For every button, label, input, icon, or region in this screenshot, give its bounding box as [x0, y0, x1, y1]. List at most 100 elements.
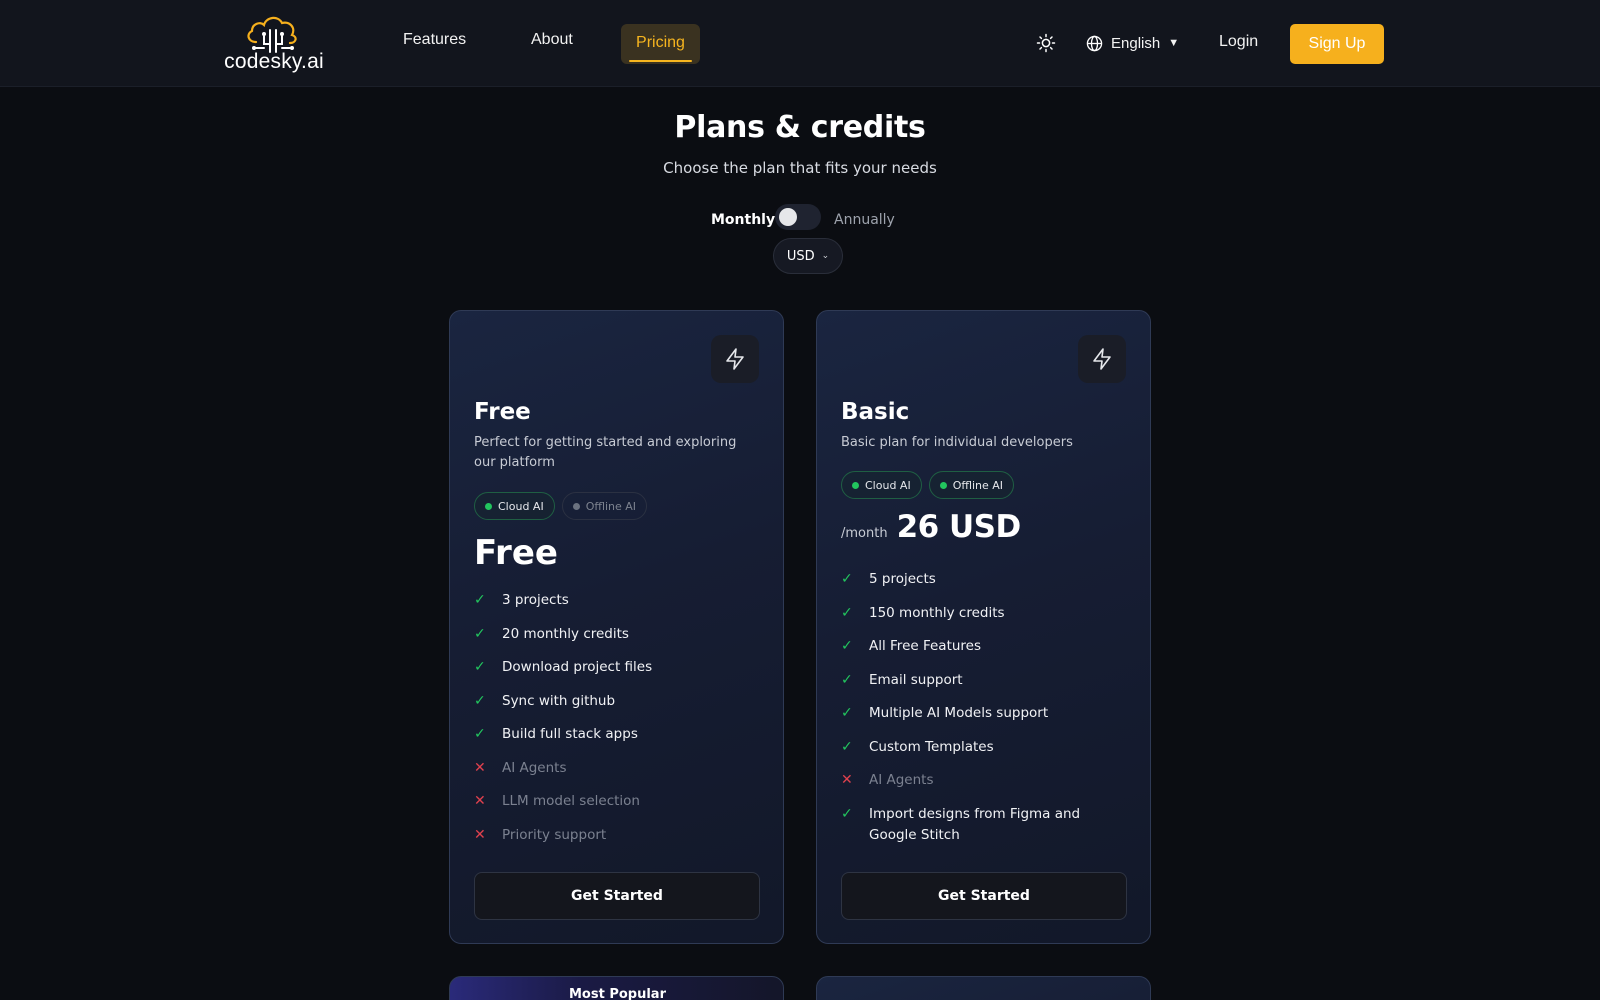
check-icon: ✓	[841, 638, 853, 654]
ai-badges: Cloud AI Offline AI	[474, 492, 648, 520]
feature-text: LLM model selection	[502, 793, 640, 809]
plan-name: Free	[474, 399, 531, 425]
feature-item: ✓ Email support	[841, 670, 1131, 691]
badge-offline-ai: Offline AI	[561, 492, 648, 520]
plan-price: 26 USD	[896, 509, 1022, 545]
status-dot	[939, 481, 947, 489]
feature-text: Multiple AI Models support	[869, 705, 1049, 721]
feature-item: ✓ All Free Features	[841, 636, 1131, 657]
check-icon: ✓	[474, 692, 486, 709]
feature-text: Build full stack apps	[502, 726, 638, 742]
feature-text: 20 monthly credits	[502, 625, 629, 642]
caret-down-icon: ▼	[1168, 37, 1180, 49]
currency-selector[interactable]: USD ⌄	[773, 238, 843, 274]
login-link[interactable]: Login	[1219, 33, 1258, 51]
toggle-knob	[779, 208, 797, 226]
plan-description: Basic plan for individual developers	[841, 435, 1073, 450]
price-period: /month	[841, 526, 888, 541]
billing-toggle[interactable]	[775, 204, 821, 230]
feature-item: ✓ Sync with github	[474, 691, 764, 712]
logo[interactable]: codesky.ai	[224, 12, 324, 76]
feature-item: ✓ Multiple AI Models support	[841, 703, 1131, 724]
globe-icon	[1086, 35, 1103, 51]
nav-features[interactable]: Features	[403, 31, 466, 49]
language-label: English	[1111, 34, 1161, 52]
check-icon: ✓	[841, 571, 853, 587]
sun-icon[interactable]	[1036, 33, 1056, 53]
feature-text: Import designs from Figma and Google Sti…	[869, 805, 1081, 843]
feature-item: ✓ 5 projects	[841, 569, 1131, 590]
top-navigation-bar: codesky.ai Features About Pricing Englis…	[0, 0, 1600, 87]
plan-card-basic: Basic Basic plan for individual develope…	[816, 310, 1151, 944]
language-selector[interactable]: English ▼	[1086, 33, 1179, 53]
get-started-button[interactable]: Get Started	[841, 872, 1127, 920]
check-icon: ✓	[474, 659, 486, 675]
plan-name: Basic	[841, 399, 910, 425]
feature-item: ✓ Custom Templates	[841, 737, 1131, 758]
billing-annually-label: Annually	[834, 212, 895, 228]
feature-text: Custom Templates	[869, 738, 994, 755]
check-icon: ✓	[474, 592, 486, 608]
status-dot	[572, 502, 580, 510]
currency-label: USD	[786, 248, 815, 264]
feature-item: ✓ Download project files	[474, 657, 764, 678]
x-icon: ✕	[841, 772, 853, 788]
page-title: Plans & credits	[674, 110, 926, 145]
plan-price: Free	[474, 533, 558, 573]
badge-label: Offline AI	[952, 478, 1004, 492]
status-dot	[852, 481, 859, 489]
feature-text: AI Agents	[869, 772, 934, 788]
feature-item: ✓ 150 monthly credits	[841, 603, 1131, 624]
active-tab-indicator	[629, 60, 692, 62]
badge-label: Cloud AI	[498, 499, 544, 513]
plan-description: Perfect for getting started and explorin…	[474, 435, 737, 470]
nav-pricing[interactable]: Pricing	[621, 24, 700, 64]
chevron-down-icon: ⌄	[821, 251, 830, 261]
feature-item: ✓ Build full stack apps	[474, 724, 764, 745]
nav-pricing-label: Pricing	[636, 34, 685, 51]
billing-monthly-label: Monthly	[711, 212, 776, 228]
check-icon: ✓	[841, 805, 853, 822]
check-icon: ✓	[474, 726, 486, 742]
page-subtitle: Choose the plan that fits your needs	[663, 159, 937, 177]
feature-text: Download project files	[502, 659, 653, 675]
check-icon: ✓	[841, 738, 853, 755]
feature-text: 150 monthly credits	[869, 604, 1005, 621]
feature-text: Sync with github	[502, 692, 616, 709]
ai-badges: Cloud AI Offline AI	[841, 471, 1015, 499]
x-icon: ✕	[474, 826, 486, 843]
x-icon: ✕	[474, 793, 486, 809]
feature-text: Priority support	[502, 826, 607, 843]
x-icon: ✕	[474, 759, 486, 776]
check-icon: ✓	[841, 671, 853, 688]
check-icon: ✓	[841, 705, 853, 721]
status-dot	[485, 502, 492, 510]
feature-text: AI Agents	[502, 759, 567, 776]
feature-item: ✕ Priority support	[474, 825, 764, 846]
badge-label: Offline AI	[585, 499, 637, 513]
get-started-button[interactable]: Get Started	[474, 872, 760, 920]
feature-item: ✓ 20 monthly credits	[474, 624, 764, 645]
feature-item: ✓ 3 projects	[474, 590, 764, 611]
feature-text: 5 projects	[869, 571, 936, 587]
most-popular-badge: Most Popular	[568, 987, 666, 1000]
badge-offline-ai: Offline AI	[928, 471, 1015, 499]
check-icon: ✓	[474, 625, 486, 642]
check-icon: ✓	[841, 604, 853, 621]
feature-text: All Free Features	[869, 638, 982, 654]
badge-label: Cloud AI	[865, 478, 911, 492]
plan-card-popular: Most Popular	[449, 976, 784, 1000]
plan-price-row: /month 26 USD	[841, 509, 1021, 545]
feature-item: ✕ AI Agents	[841, 770, 1131, 791]
logo-text: codesky.ai	[224, 50, 324, 73]
badge-cloud-ai: Cloud AI	[841, 471, 922, 499]
feature-text: Email support	[869, 671, 963, 688]
plan-card-free: Free Perfect for getting started and exp…	[449, 310, 784, 944]
bolt-icon	[711, 335, 759, 383]
nav-about[interactable]: About	[531, 31, 573, 49]
feature-list: ✓ 3 projects ✓ 20 monthly credits ✓ Downloa…	[474, 590, 764, 858]
feature-item: ✓ Import designs from Figma and Google St…	[841, 804, 1131, 846]
signup-button[interactable]: Sign Up	[1290, 24, 1384, 64]
feature-item: ✕ AI Agents	[474, 758, 764, 779]
feature-list: ✓ 5 projects ✓ 150 monthly credits ✓ All Fr…	[841, 569, 1131, 858]
